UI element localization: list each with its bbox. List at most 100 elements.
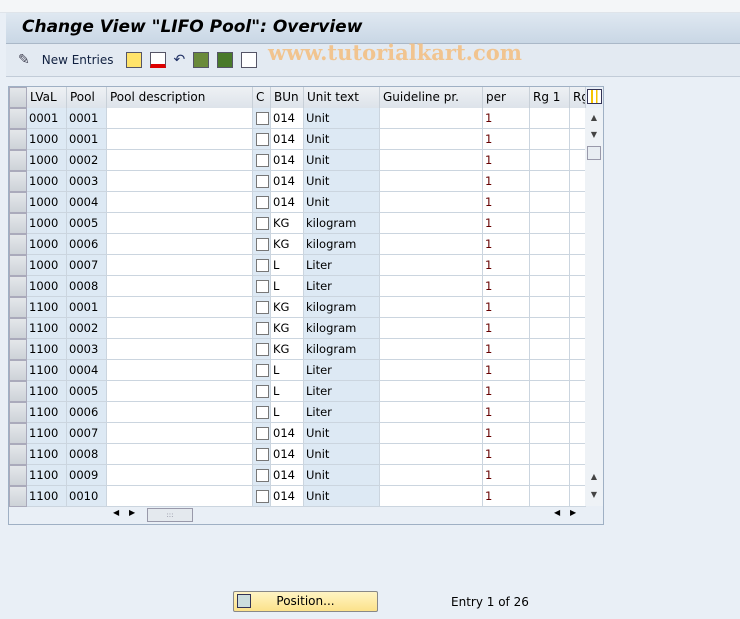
cell[interactable]: 1 bbox=[483, 213, 530, 234]
cell[interactable] bbox=[530, 192, 570, 213]
cell[interactable]: 1 bbox=[483, 297, 530, 318]
cell[interactable] bbox=[530, 108, 570, 129]
row-selector[interactable] bbox=[9, 465, 27, 486]
cell[interactable] bbox=[570, 108, 586, 129]
checkbox[interactable] bbox=[256, 448, 269, 461]
checkbox[interactable] bbox=[256, 154, 269, 167]
checkbox[interactable] bbox=[256, 427, 269, 440]
checkbox[interactable] bbox=[256, 301, 269, 314]
cell[interactable] bbox=[570, 255, 586, 276]
checkbox[interactable] bbox=[256, 280, 269, 293]
cell[interactable] bbox=[530, 213, 570, 234]
cell[interactable]: 1 bbox=[483, 486, 530, 507]
select-all-icon[interactable] bbox=[193, 52, 210, 68]
checkbox[interactable] bbox=[256, 196, 269, 209]
scroll-page-down-icon[interactable]: ▼ bbox=[588, 488, 600, 502]
scroll-page-up-icon[interactable]: ▲ bbox=[588, 470, 600, 484]
row-selector[interactable] bbox=[9, 192, 27, 213]
cell[interactable]: 1 bbox=[483, 318, 530, 339]
column-header[interactable]: LVaL bbox=[27, 87, 67, 108]
cell[interactable] bbox=[380, 381, 483, 402]
scroll-right-icon[interactable]: ▶ bbox=[129, 508, 135, 517]
cell[interactable] bbox=[530, 486, 570, 507]
checkbox[interactable] bbox=[256, 322, 269, 335]
cell[interactable]: 1 bbox=[483, 108, 530, 129]
cell[interactable] bbox=[570, 192, 586, 213]
cell[interactable] bbox=[570, 276, 586, 297]
row-selector[interactable] bbox=[9, 423, 27, 444]
checkbox[interactable] bbox=[256, 259, 269, 272]
horizontal-scrollbar[interactable]: ◀ ▶ ::: ◀ ▶ bbox=[9, 506, 603, 524]
deselect-all-icon[interactable] bbox=[241, 52, 258, 68]
cell[interactable] bbox=[530, 255, 570, 276]
cell[interactable]: 1 bbox=[483, 255, 530, 276]
row-selector[interactable] bbox=[9, 255, 27, 276]
copy-icon[interactable] bbox=[125, 52, 142, 68]
cell[interactable] bbox=[530, 381, 570, 402]
cell[interactable] bbox=[570, 423, 586, 444]
cell[interactable] bbox=[570, 297, 586, 318]
cell[interactable]: 1 bbox=[483, 276, 530, 297]
cell[interactable]: 1 bbox=[483, 360, 530, 381]
cell[interactable] bbox=[380, 444, 483, 465]
row-selector[interactable] bbox=[9, 360, 27, 381]
checkbox[interactable] bbox=[256, 406, 269, 419]
column-settings-icon[interactable] bbox=[587, 89, 602, 104]
scroll-thumb[interactable] bbox=[587, 146, 601, 160]
cell[interactable] bbox=[530, 129, 570, 150]
row-selector[interactable] bbox=[9, 486, 27, 507]
cell[interactable] bbox=[107, 402, 253, 423]
checkbox[interactable] bbox=[256, 385, 269, 398]
cell[interactable] bbox=[530, 150, 570, 171]
cell[interactable]: 1 bbox=[483, 444, 530, 465]
cell[interactable] bbox=[380, 234, 483, 255]
cell[interactable] bbox=[380, 255, 483, 276]
cell[interactable] bbox=[530, 318, 570, 339]
cell[interactable]: 1 bbox=[483, 402, 530, 423]
checkbox[interactable] bbox=[256, 238, 269, 251]
cell[interactable] bbox=[380, 213, 483, 234]
row-selector[interactable] bbox=[9, 150, 27, 171]
cell[interactable]: 1 bbox=[483, 339, 530, 360]
row-selector[interactable] bbox=[9, 276, 27, 297]
cell[interactable] bbox=[107, 339, 253, 360]
cell[interactable] bbox=[107, 297, 253, 318]
scroll-far-right-icon[interactable]: ▶ bbox=[570, 508, 576, 517]
row-selector[interactable] bbox=[9, 297, 27, 318]
cell[interactable] bbox=[530, 339, 570, 360]
row-selector[interactable] bbox=[9, 108, 27, 129]
cell[interactable] bbox=[530, 234, 570, 255]
cell[interactable] bbox=[107, 255, 253, 276]
select-block-icon[interactable] bbox=[217, 52, 234, 68]
row-selector[interactable] bbox=[9, 213, 27, 234]
cell[interactable] bbox=[530, 423, 570, 444]
cell[interactable] bbox=[570, 486, 586, 507]
cell[interactable] bbox=[530, 171, 570, 192]
cell[interactable] bbox=[570, 465, 586, 486]
cell[interactable]: 1 bbox=[483, 150, 530, 171]
cell[interactable] bbox=[107, 171, 253, 192]
column-header[interactable]: C bbox=[253, 87, 271, 108]
column-header[interactable]: Pool bbox=[67, 87, 107, 108]
cell[interactable] bbox=[530, 465, 570, 486]
row-selector[interactable] bbox=[9, 402, 27, 423]
cell[interactable] bbox=[380, 423, 483, 444]
cell[interactable]: 1 bbox=[483, 171, 530, 192]
cell[interactable] bbox=[380, 339, 483, 360]
column-header[interactable]: BUn bbox=[271, 87, 304, 108]
cell[interactable] bbox=[107, 465, 253, 486]
new-entries-button[interactable]: New Entries bbox=[42, 53, 114, 67]
cell[interactable] bbox=[107, 486, 253, 507]
cell[interactable] bbox=[570, 234, 586, 255]
checkbox[interactable] bbox=[256, 112, 269, 125]
cell[interactable] bbox=[380, 276, 483, 297]
cell[interactable] bbox=[107, 444, 253, 465]
cell[interactable] bbox=[530, 276, 570, 297]
cell[interactable] bbox=[380, 486, 483, 507]
row-selector[interactable] bbox=[9, 318, 27, 339]
cell[interactable] bbox=[380, 402, 483, 423]
cell[interactable] bbox=[107, 276, 253, 297]
cell[interactable]: 1 bbox=[483, 192, 530, 213]
undo-icon[interactable]: ↶ bbox=[174, 52, 186, 68]
cell[interactable] bbox=[107, 423, 253, 444]
